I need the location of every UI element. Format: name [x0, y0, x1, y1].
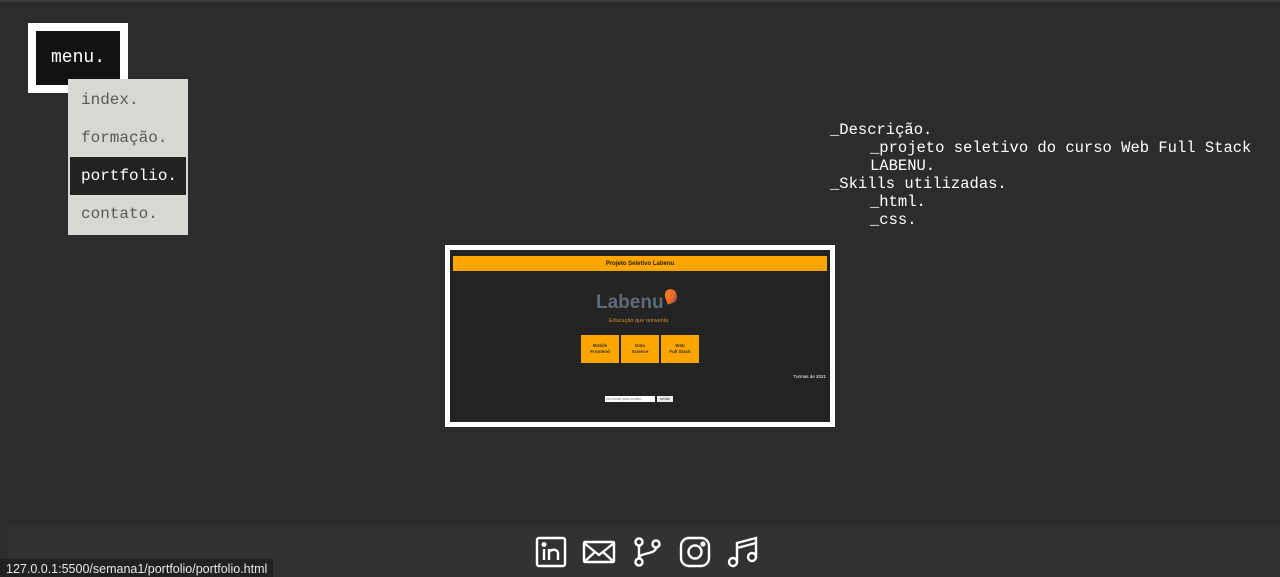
- project-description: _Descrição. _projeto seletivo do curso We…: [830, 121, 1251, 229]
- preview-button-line: Full Stack: [669, 349, 691, 354]
- preview-button-line: Data: [635, 343, 645, 348]
- preview-header: Projeto Seletivo Labenu: [453, 256, 827, 271]
- preview-course-button: Mobile Frontend: [581, 335, 619, 363]
- instagram-icon[interactable]: [678, 535, 712, 569]
- linkedin-icon[interactable]: [534, 535, 568, 569]
- menu-item-formacao[interactable]: formação.: [70, 119, 186, 157]
- description-line: LABENU.: [870, 157, 936, 175]
- menu-button-label: menu.: [36, 31, 120, 85]
- preview-tagline: Educação que reinventa: [609, 318, 669, 324]
- git-branch-icon[interactable]: [630, 535, 664, 569]
- skill-item: _html.: [870, 193, 926, 211]
- social-links: [534, 535, 760, 569]
- music-icon[interactable]: [726, 535, 760, 569]
- menu-dropdown: index. formação. portfolio. contato.: [68, 79, 188, 235]
- menu-item-index[interactable]: index.: [70, 81, 186, 119]
- project-preview-image[interactable]: Projeto Seletivo Labenu Labenu Educação …: [445, 245, 835, 427]
- menu-item-portfolio[interactable]: portfolio.: [70, 157, 186, 195]
- mail-icon[interactable]: [582, 535, 616, 569]
- menu-item-contato[interactable]: contato.: [70, 195, 186, 233]
- preview-button-line: Web: [675, 343, 685, 348]
- labenu-logo: Labenu: [596, 287, 679, 314]
- preview-email-input: seu email para contato: [605, 396, 655, 402]
- preview-button-line: Science: [631, 349, 649, 354]
- preview-button-line: Frontend: [590, 349, 610, 354]
- skills-heading: _Skills utilizadas.: [830, 175, 1007, 193]
- preview-course-buttons: Mobile Frontend Data Science Web Full Stack: [581, 335, 699, 363]
- logo-text: Labenu: [596, 292, 664, 313]
- preview-course-button: Data Science: [621, 335, 659, 363]
- description-line: _projeto seletivo do curso Web Full Stac…: [870, 139, 1252, 157]
- preview-send-button: enviar: [657, 396, 673, 402]
- preview-course-button: Web Full Stack: [661, 335, 699, 363]
- flame-icon: [662, 287, 679, 305]
- preview-screen: Projeto Seletivo Labenu Labenu Educação …: [450, 250, 830, 422]
- status-bar-url: 127.0.0.1:5500/semana1/portfolio/portfol…: [0, 559, 274, 577]
- description-heading: _Descrição.: [830, 121, 933, 139]
- skill-item: _css.: [870, 211, 917, 229]
- preview-button-line: Mobile: [592, 343, 608, 348]
- preview-turmas: Turmas de 2021: [793, 374, 826, 379]
- preview-contact-form: seu email para contato enviar: [605, 396, 673, 402]
